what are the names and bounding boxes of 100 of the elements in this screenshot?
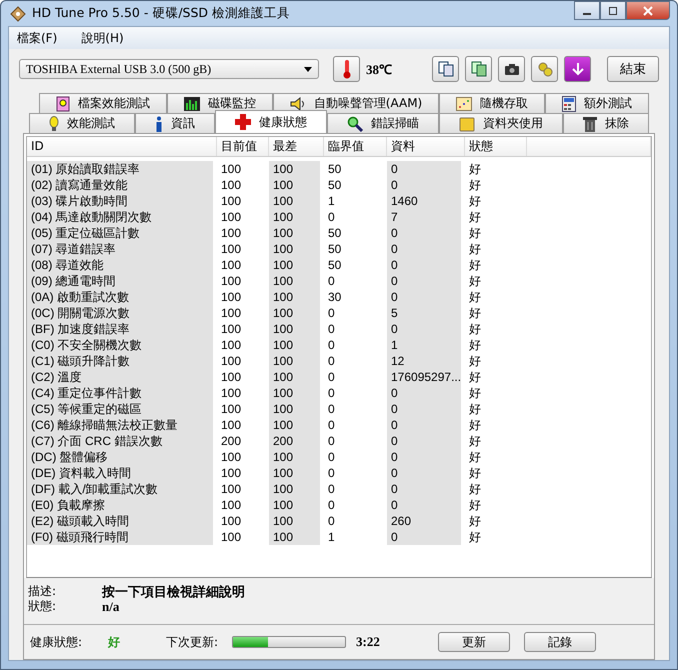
drive-select[interactable]: TOSHIBA External USB 3.0 (500 gB)	[19, 59, 319, 79]
column-header[interactable]: 狀態	[465, 137, 527, 156]
table-cell: (C4) 重定位事件計數	[27, 385, 213, 401]
table-cell-text: 100	[220, 369, 242, 385]
table-cell: 100	[269, 241, 320, 257]
copy-button[interactable]	[432, 56, 459, 82]
refresh-button[interactable]: 更新	[438, 632, 510, 652]
tab[interactable]: 磁碟監控	[166, 93, 273, 113]
table-cell: 100	[269, 385, 320, 401]
table-cell: 0	[387, 401, 461, 417]
column-header[interactable]: ID	[27, 137, 217, 156]
bar-chart-icon	[184, 96, 200, 110]
table-cell-text: 100	[220, 209, 242, 225]
table-cell-text: 好	[468, 481, 482, 497]
table-cell-text: 50	[327, 257, 342, 273]
table-cell-text: 100	[220, 385, 242, 401]
column-header[interactable]: 臨界值	[324, 137, 387, 156]
column-header[interactable]: 目前值	[217, 137, 269, 156]
table-cell-text: 100	[220, 497, 242, 513]
table-cell-text: 100	[220, 401, 242, 417]
table-cell-text: 0	[327, 449, 336, 465]
speaker-icon	[290, 96, 306, 110]
table-cell-text: 100	[220, 449, 242, 465]
minimize-icon	[583, 13, 591, 15]
table-cell: (DE) 資料載入時間	[27, 465, 213, 481]
table-cell: 0	[387, 433, 461, 449]
table-cell: 100	[269, 193, 320, 209]
tab[interactable]: 額外測試	[545, 93, 649, 113]
table-cell-text: 30	[327, 289, 342, 305]
table-cell: (05) 重定位磁區計數	[27, 225, 213, 241]
tab[interactable]: 資訊	[135, 113, 215, 133]
table-cell-text: 0	[327, 465, 336, 481]
tab[interactable]: 錯誤掃瞄	[327, 113, 439, 133]
table-cell: 0	[387, 241, 461, 257]
options-button[interactable]	[531, 56, 558, 82]
table-cell: 0	[387, 385, 461, 401]
table-cell: 0	[387, 257, 461, 273]
table-cell: 100	[269, 369, 320, 385]
copy-icon	[438, 61, 454, 77]
tab[interactable]: 健康狀態	[215, 110, 327, 133]
table-cell-text: 好	[468, 385, 482, 401]
tab[interactable]: 檔案效能測試	[39, 93, 167, 113]
table-cell-text: 好	[468, 305, 482, 321]
tab[interactable]: 抹除	[563, 113, 649, 133]
camera-button[interactable]	[498, 56, 525, 82]
app-icon	[10, 6, 26, 22]
table-cell: 0	[387, 417, 461, 433]
table-cell-text: 100	[220, 321, 242, 337]
table-cell: 100	[269, 465, 320, 481]
table-cell-text: 100	[220, 417, 242, 433]
table-cell-text: 100	[220, 289, 242, 305]
log-button[interactable]: 記錄	[524, 632, 596, 652]
table-cell-text: 100	[220, 273, 242, 289]
table-cell: 100	[269, 177, 320, 193]
table-cell: (09) 總通電時間	[27, 273, 213, 289]
table-cell-text: 好	[468, 177, 482, 193]
table-cell: (02) 讀寫通量效能	[27, 177, 213, 193]
table-cell-text: 50	[327, 225, 342, 241]
table-cell: 0	[387, 273, 461, 289]
table-cell: 100	[269, 401, 320, 417]
table-cell-text: 0	[327, 305, 336, 321]
table-cell-text: 好	[468, 337, 482, 353]
column-header[interactable]: 資料	[387, 137, 465, 156]
down-arrow-icon	[570, 62, 584, 76]
detail-label: 描述:	[28, 583, 58, 600]
close-button[interactable]	[626, 1, 670, 20]
table-cell-text: 0	[327, 321, 336, 337]
table-cell-text: 100	[220, 513, 242, 529]
table-cell: 100	[269, 481, 320, 497]
tab[interactable]: 自動噪聲管理(AAM)	[272, 93, 440, 113]
table-cell: 200	[269, 433, 320, 449]
table-cell: 100	[269, 289, 320, 305]
table-cell-text: 1	[327, 529, 336, 545]
table-cell: 100	[269, 529, 320, 545]
tab[interactable]: 效能測試	[29, 113, 135, 133]
table-cell-text: 100	[220, 193, 242, 209]
table-cell-text: 100	[220, 337, 242, 353]
tab[interactable]: 隨機存取	[439, 93, 546, 113]
table-cell-text: 好	[468, 241, 482, 257]
health-label: 健康狀態:	[30, 634, 84, 650]
table-cell: 100	[269, 449, 320, 465]
table-cell: 100	[269, 321, 320, 337]
thermometer-button[interactable]	[333, 56, 360, 82]
maximize-button[interactable]	[600, 1, 626, 20]
column-header[interactable]: 最差	[269, 137, 324, 156]
menu-item[interactable]: 說明(H)	[81, 30, 124, 46]
table-cell-text: 好	[468, 209, 482, 225]
thermometer-icon	[342, 59, 352, 79]
table-cell: (C2) 溫度	[27, 369, 213, 385]
tab[interactable]: 資料夾使用	[439, 113, 563, 133]
table-cell: 100	[269, 513, 320, 529]
table-cell-text: 50	[327, 241, 342, 257]
table-cell-text: 好	[468, 257, 482, 273]
minimize-button[interactable]	[574, 1, 600, 20]
table-cell: 0	[387, 529, 461, 545]
exit-button[interactable]: 結束	[607, 56, 659, 82]
copy-all-button[interactable]	[465, 56, 492, 82]
download-arrow-button[interactable]	[564, 56, 591, 82]
info-icon	[155, 116, 163, 132]
menu-item[interactable]: 檔案(F)	[17, 30, 58, 46]
